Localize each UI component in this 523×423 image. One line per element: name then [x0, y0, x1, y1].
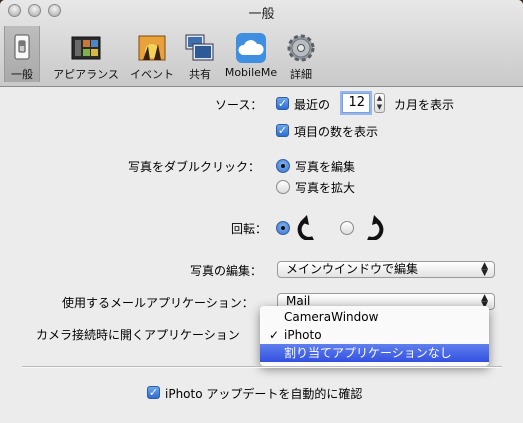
tab-advanced[interactable]: 詳細 — [284, 26, 318, 82]
events-icon — [136, 32, 168, 64]
gear-icon — [285, 32, 317, 64]
sharing-icon — [184, 32, 216, 64]
menu-item-camerawindow[interactable]: CameraWindow — [260, 308, 489, 326]
divider — [22, 366, 502, 368]
recent-prefix: 最近の — [294, 98, 331, 112]
show-count-checkbox[interactable]: ✓ — [276, 124, 289, 137]
auto-update-checkbox[interactable]: ✓ — [147, 386, 160, 399]
edit-photo-select[interactable]: メインウインドウで編集 ▲ ▼ — [277, 261, 495, 278]
rotate-ccw-radio[interactable] — [276, 221, 290, 235]
preferences-window: 一般 一般 アピアランス イベント 共有 MobileMe 詳細 ソース： ✓ … — [0, 0, 523, 423]
rotate-label: 回転： — [231, 222, 268, 236]
recent-months-checkbox[interactable]: ✓ — [276, 97, 289, 110]
cloud-icon — [235, 32, 267, 64]
updown-arrows-icon: ▲ ▼ — [481, 261, 488, 278]
show-count-label: 項目の数を表示 — [294, 125, 379, 139]
magnify-photo-radio[interactable] — [276, 180, 290, 194]
tab-appearance[interactable]: アピアランス — [48, 26, 124, 82]
tab-events[interactable]: イベント — [126, 26, 178, 82]
edit-photo-radio[interactable] — [276, 159, 290, 173]
light-switch-icon — [6, 32, 38, 64]
edit-photo-label: 写真の編集： — [190, 264, 263, 278]
toolbar: 一般 一般 アピアランス イベント 共有 MobileMe 詳細 — [0, 0, 523, 87]
tab-sharing[interactable]: 共有 — [180, 26, 220, 82]
months-input[interactable]: 12 — [342, 93, 370, 113]
edit-photo-radio-label: 写真を編集 — [295, 160, 356, 174]
months-suffix: カ月を表示 — [394, 98, 455, 112]
window-title: 一般 — [248, 7, 275, 22]
checkmark-icon: ✓ — [269, 328, 280, 342]
email-app-label: 使用するメールアプリケーション： — [62, 296, 254, 310]
camera-app-label: カメラ接続時に開くアプリケーション — [36, 328, 240, 342]
rotate-clockwise-icon — [360, 212, 384, 243]
tab-general[interactable]: 一般 — [4, 26, 40, 82]
tab-mobileme[interactable]: MobileMe — [222, 26, 280, 82]
double-click-label: 写真をダブルクリック： — [128, 160, 261, 174]
source-label: ソース： — [215, 98, 263, 112]
auto-update-label: iPhoto アップデートを自動的に確認 — [165, 387, 363, 401]
magnify-photo-radio-label: 写真を拡大 — [295, 181, 356, 195]
rotate-cw-radio[interactable] — [340, 221, 354, 235]
months-stepper[interactable]: ▲ ▼ — [374, 93, 385, 113]
appearance-icon — [70, 32, 102, 64]
rotate-counterclockwise-icon — [297, 212, 321, 243]
menu-item-iphoto[interactable]: ✓ iPhoto — [260, 326, 489, 344]
camera-app-popup-menu: CameraWindow ✓ iPhoto 割り当てアプリケーションなし — [260, 306, 489, 366]
menu-item-no-application[interactable]: 割り当てアプリケーションなし — [260, 344, 489, 362]
